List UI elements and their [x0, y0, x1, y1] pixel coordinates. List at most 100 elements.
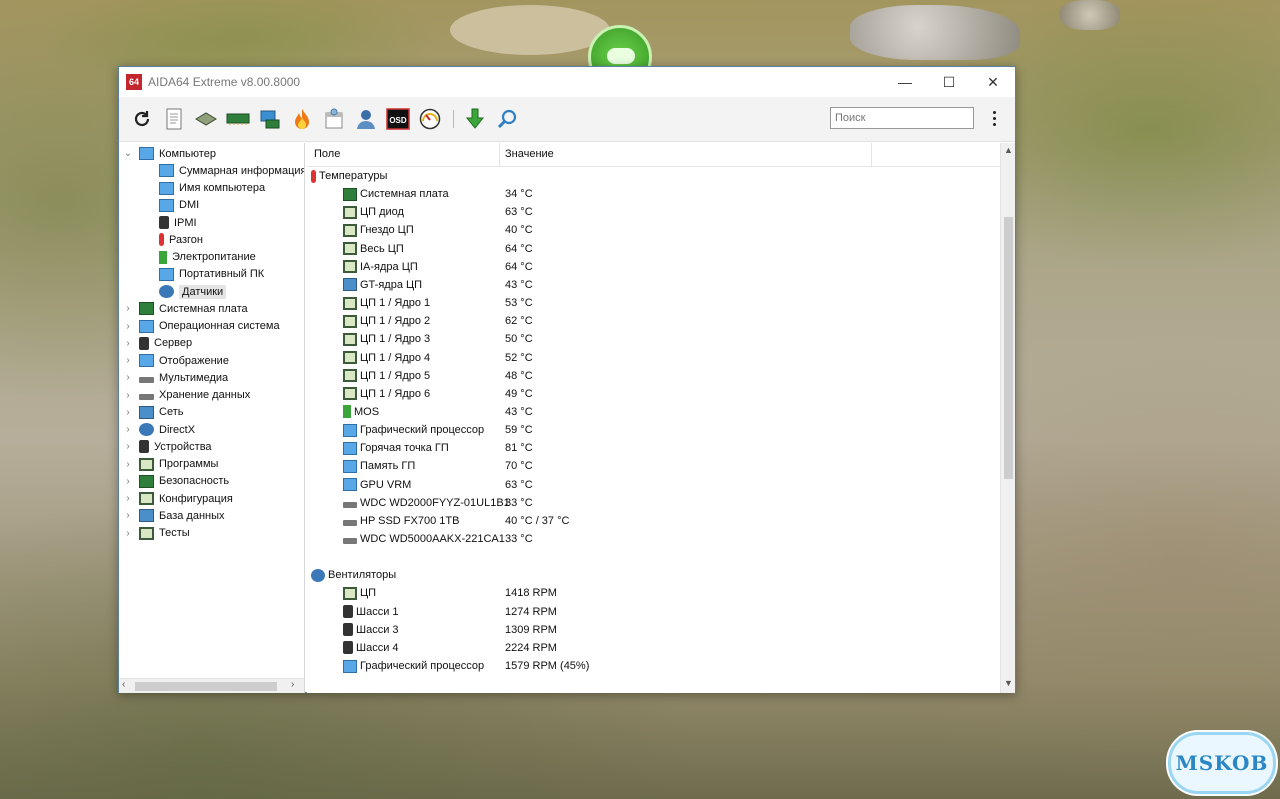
search-icon[interactable]: [494, 106, 520, 132]
osd-icon[interactable]: OSD: [385, 106, 411, 132]
expand-right-icon[interactable]: ›: [123, 493, 133, 504]
tree-item[interactable]: Портативный ПК: [159, 266, 264, 283]
table-row[interactable]: Горячая точка ГП 81 °C: [307, 439, 1000, 457]
table-row[interactable]: Графический процессор 59 °C: [307, 421, 1000, 439]
refresh-icon[interactable]: [129, 106, 155, 132]
table-row[interactable]: GT-ядра ЦП 43 °C: [307, 276, 1000, 294]
table-row[interactable]: HP SSD FX700 1TB 40 °C / 37 °C: [307, 512, 1000, 530]
flame-icon[interactable]: [289, 106, 315, 132]
table-row[interactable]: Системная плата 34 °C: [307, 185, 1000, 203]
scroll-left-icon[interactable]: ‹: [122, 679, 125, 690]
table-row[interactable]: Шасси 3 1309 RPM: [307, 621, 1000, 639]
expand-right-icon[interactable]: ›: [123, 355, 133, 366]
tree-item[interactable]: › Мультимедиа: [123, 369, 228, 386]
expand-right-icon[interactable]: ›: [123, 407, 133, 418]
group-header[interactable]: Температуры: [307, 167, 1000, 185]
user-icon[interactable]: [353, 106, 379, 132]
scroll-right-icon[interactable]: ›: [291, 679, 294, 690]
expand-right-icon[interactable]: ›: [123, 459, 133, 470]
expand-right-icon[interactable]: ›: [123, 441, 133, 452]
expand-right-icon[interactable]: ›: [123, 510, 133, 521]
gauge-icon[interactable]: [417, 106, 443, 132]
tree-item[interactable]: › Сеть: [123, 404, 183, 421]
group-header[interactable]: Вентиляторы: [307, 566, 1000, 584]
column-divider[interactable]: [499, 143, 500, 167]
column-divider[interactable]: [871, 143, 872, 167]
expand-right-icon[interactable]: ›: [123, 372, 133, 383]
table-row[interactable]: ЦП 1 / Ядро 3 50 °C: [307, 330, 1000, 348]
tree-item[interactable]: › Отображение: [123, 352, 229, 369]
expand-right-icon[interactable]: ›: [123, 303, 133, 314]
tree-item-label: IPMI: [174, 216, 197, 229]
table-row[interactable]: GPU VRM 63 °C: [307, 476, 1000, 494]
tree-item[interactable]: › Программы: [123, 456, 218, 473]
value-cell: 64 °C: [505, 242, 533, 255]
schedule-icon[interactable]: [321, 106, 347, 132]
tree-item[interactable]: › DirectX: [123, 421, 195, 438]
table-row[interactable]: Гнездо ЦП 40 °C: [307, 221, 1000, 239]
table-row[interactable]: Весь ЦП 64 °C: [307, 240, 1000, 258]
expand-right-icon[interactable]: ›: [123, 321, 133, 332]
table-row[interactable]: ЦП 1 / Ядро 1 53 °C: [307, 294, 1000, 312]
expand-right-icon[interactable]: ›: [123, 338, 133, 349]
table-row[interactable]: ЦП 1418 RPM: [307, 584, 1000, 602]
table-row[interactable]: ЦП 1 / Ядро 2 62 °C: [307, 312, 1000, 330]
scroll-thumb[interactable]: [135, 682, 277, 691]
network-icon[interactable]: [257, 106, 283, 132]
tree-item[interactable]: › Тесты: [123, 525, 190, 542]
memory-icon[interactable]: [193, 106, 219, 132]
expand-right-icon[interactable]: ›: [123, 476, 133, 487]
tree-item[interactable]: IPMI: [159, 214, 197, 231]
tree-item[interactable]: › База данных: [123, 507, 225, 524]
value-cell: 40 °C: [505, 224, 533, 237]
table-row[interactable]: Шасси 4 2224 RPM: [307, 639, 1000, 657]
table-row[interactable]: IA-ядра ЦП 64 °C: [307, 258, 1000, 276]
search-input[interactable]: [830, 107, 974, 129]
tree-item[interactable]: › Безопасность: [123, 473, 229, 490]
expand-down-icon[interactable]: ⌄: [123, 148, 133, 159]
report-icon[interactable]: [161, 106, 187, 132]
tree-item[interactable]: › Хранение данных: [123, 387, 250, 404]
table-row[interactable]: WDC WD2000FYYZ-01UL1B1 33 °C: [307, 494, 1000, 512]
minimize-button[interactable]: —: [883, 67, 927, 97]
table-row[interactable]: ЦП диод 63 °C: [307, 203, 1000, 221]
title-bar[interactable]: 64 AIDA64 Extreme v8.00.8000 — ☐ ✕: [119, 67, 1015, 97]
tree-item[interactable]: ⌄ Компьютер: [123, 145, 216, 162]
tree-item[interactable]: Датчики: [159, 283, 227, 300]
table-row[interactable]: Память ГП 70 °C: [307, 457, 1000, 475]
scroll-down-icon[interactable]: ▼: [1004, 678, 1013, 688]
table-row[interactable]: ЦП 1 / Ядро 4 52 °C: [307, 349, 1000, 367]
close-button[interactable]: ✕: [971, 67, 1015, 97]
tree-item[interactable]: Разгон: [159, 231, 203, 248]
table-row[interactable]: Графический процессор 1579 RPM (45%): [307, 657, 1000, 675]
maximize-button[interactable]: ☐: [927, 67, 971, 97]
expand-right-icon[interactable]: ›: [123, 528, 133, 539]
tree-item[interactable]: DMI: [159, 197, 199, 214]
table-row[interactable]: ЦП 1 / Ядро 5 48 °C: [307, 367, 1000, 385]
expand-right-icon[interactable]: ›: [123, 390, 133, 401]
more-menu-icon[interactable]: [987, 107, 1001, 129]
tree-item[interactable]: › Операционная система: [123, 318, 280, 335]
table-row[interactable]: WDC WD5000AAKX-221CA1 33 °C: [307, 530, 1000, 548]
expand-right-icon[interactable]: ›: [123, 424, 133, 435]
tree-item[interactable]: Суммарная информация: [159, 162, 304, 179]
tree-item[interactable]: › Сервер: [123, 335, 192, 352]
download-icon[interactable]: [462, 106, 488, 132]
vertical-scrollbar[interactable]: ▲ ▼: [1000, 143, 1015, 693]
column-header-value[interactable]: Значение: [505, 148, 554, 160]
tree-item[interactable]: › Устройства: [123, 438, 212, 455]
tree-item[interactable]: Электропитание: [159, 249, 256, 266]
table-row[interactable]: ЦП 1 / Ядро 6 49 °C: [307, 385, 1000, 403]
sensor-list: Поле Значение Температуры Системная плата…: [307, 143, 1015, 693]
scroll-thumb[interactable]: [1004, 217, 1013, 479]
horizontal-scrollbar[interactable]: ‹ ›: [119, 678, 304, 693]
scroll-up-icon[interactable]: ▲: [1004, 145, 1013, 155]
column-header-field[interactable]: Поле: [314, 148, 340, 160]
ram-icon[interactable]: [225, 106, 251, 132]
tree-item[interactable]: › Конфигурация: [123, 490, 233, 507]
table-row[interactable]: Шасси 1 1274 RPM: [307, 603, 1000, 621]
tree-item[interactable]: › Системная плата: [123, 300, 248, 317]
table-row[interactable]: MOS 43 °C: [307, 403, 1000, 421]
tree-item[interactable]: Имя компьютера: [159, 180, 265, 197]
monitor-icon: [343, 459, 357, 473]
